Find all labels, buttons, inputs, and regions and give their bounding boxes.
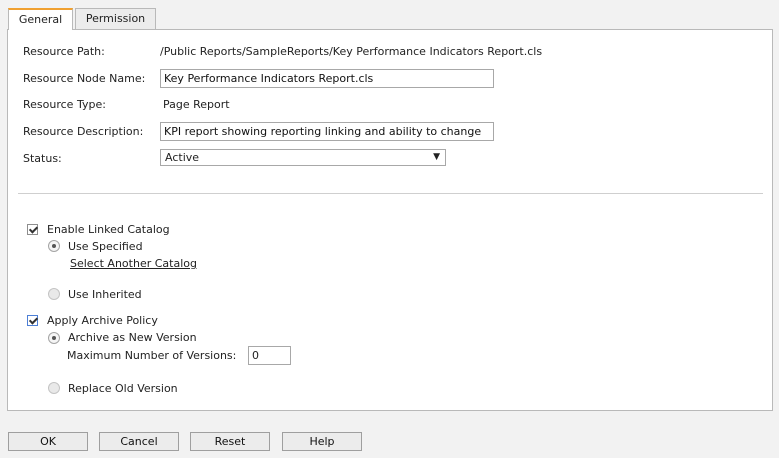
- status-select[interactable]: Active ▼: [160, 149, 446, 166]
- enable-linked-catalog-checkbox[interactable]: [27, 224, 38, 235]
- resource-path-label: Resource Path:: [23, 45, 105, 58]
- help-button[interactable]: Help: [282, 432, 362, 451]
- use-inherited-radio[interactable]: [48, 288, 60, 300]
- tab-permission[interactable]: Permission: [75, 8, 156, 29]
- status-label: Status:: [23, 152, 62, 165]
- node-name-label: Resource Node Name:: [23, 72, 146, 85]
- description-input[interactable]: KPI report showing reporting linking and…: [160, 122, 494, 141]
- replace-old-version-radio[interactable]: [48, 382, 60, 394]
- enable-linked-catalog-label: Enable Linked Catalog: [47, 223, 170, 236]
- description-label: Resource Description:: [23, 125, 144, 138]
- node-name-input[interactable]: Key Performance Indicators Report.cls: [160, 69, 494, 88]
- chevron-down-icon: ▼: [433, 152, 440, 162]
- resource-path-value: /Public Reports/SampleReports/Key Perfor…: [160, 45, 543, 58]
- resource-type-value: Page Report: [163, 98, 230, 111]
- max-versions-input[interactable]: 0: [248, 346, 291, 365]
- cancel-button[interactable]: Cancel: [99, 432, 179, 451]
- resource-type-label: Resource Type:: [23, 98, 106, 111]
- status-selected-value: Active: [165, 151, 200, 164]
- select-another-catalog-link[interactable]: Select Another Catalog: [70, 257, 197, 270]
- general-panel: Resource Path: /Public Reports/SampleRep…: [7, 29, 773, 411]
- apply-archive-policy-checkbox[interactable]: [27, 315, 38, 326]
- tab-general[interactable]: General: [8, 8, 73, 30]
- use-inherited-label: Use Inherited: [68, 288, 142, 301]
- use-specified-label: Use Specified: [68, 240, 143, 253]
- max-versions-label: Maximum Number of Versions:: [67, 349, 237, 362]
- archive-new-version-radio[interactable]: [48, 332, 60, 344]
- ok-button[interactable]: OK: [8, 432, 88, 451]
- reset-button[interactable]: Reset: [190, 432, 270, 451]
- archive-new-version-label: Archive as New Version: [68, 331, 197, 344]
- use-specified-radio[interactable]: [48, 240, 60, 252]
- replace-old-version-label: Replace Old Version: [68, 382, 178, 395]
- divider: [18, 193, 763, 194]
- apply-archive-policy-label: Apply Archive Policy: [47, 314, 158, 327]
